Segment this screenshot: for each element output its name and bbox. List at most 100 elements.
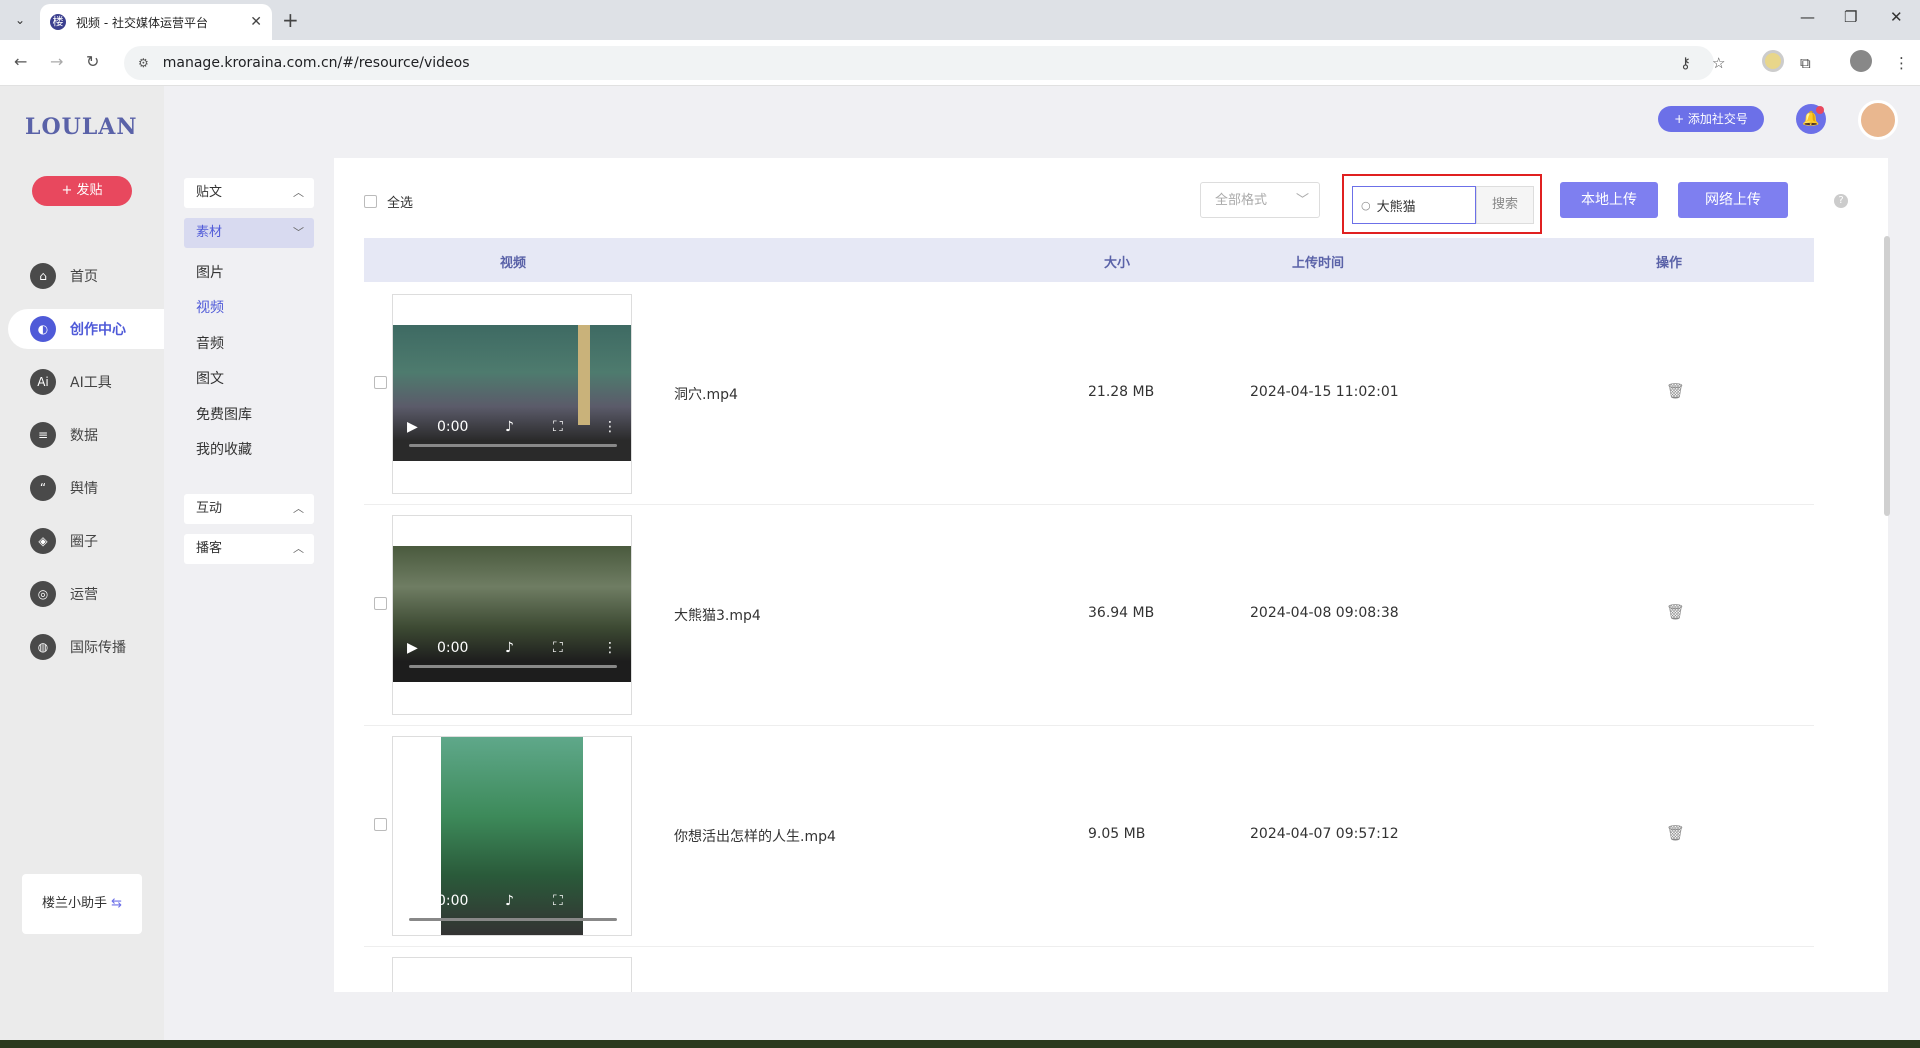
forward-icon[interactable]: → [50, 52, 63, 71]
format-select-value: 全部格式 [1215, 193, 1268, 208]
browser-menu-icon[interactable]: ⋮ [1894, 54, 1909, 72]
subnav-item-images[interactable]: 图片 [196, 262, 224, 282]
nav-item-international[interactable]: ◍ 国际传播 [8, 627, 164, 667]
quote-icon: “ [30, 475, 56, 501]
video-progress-bar[interactable] [409, 444, 617, 447]
site-info-icon[interactable]: ⚙ [138, 56, 149, 70]
play-icon[interactable]: ▶ [407, 893, 418, 909]
subnav-group-posts[interactable]: 贴文 ︿ [184, 178, 314, 208]
app-root: LOULAN + 发贴 ⌂ 首页 ◐ 创作中心 Ai AI工具 ≡ 数据 “ 舆情 ◈ 圈子… [0, 86, 1920, 1040]
tree-trunk-shape [578, 325, 590, 425]
subnav-group-materials[interactable]: 素材 ﹀ [184, 218, 314, 248]
home-icon: ⌂ [30, 263, 56, 289]
bell-icon[interactable]: 🔔 [1796, 104, 1826, 134]
search-button[interactable]: 搜索 [1476, 186, 1534, 224]
table-header: 视频 大小 上传时间 操作 [364, 238, 1814, 282]
browser-tab[interactable]: 楼 视频 - 社交媒体运营平台 ✕ [40, 4, 272, 40]
extensions-puzzle-icon[interactable]: ⧉ [1800, 54, 1811, 72]
new-tab-icon[interactable]: + [282, 8, 299, 32]
header-actions: 操作 [1656, 256, 1683, 271]
volume-icon[interactable]: ♪ [505, 893, 514, 909]
format-select[interactable]: 全部格式 ﹀ [1200, 182, 1320, 218]
nav-item-home[interactable]: ⌂ 首页 [8, 256, 164, 296]
table-row: ▶ 0:00 ♪ ⛶ ⋮ 大熊猫3.mp4 36.94 MB 2024-04-0… [364, 505, 1814, 726]
header-size: 大小 [1104, 256, 1131, 271]
tab-title: 视频 - 社交媒体运营平台 [76, 15, 208, 30]
chevron-up-icon: ︿ [293, 542, 304, 555]
play-icon[interactable]: ▶ [407, 640, 418, 656]
search-input[interactable]: ○ 大熊猫 [1352, 186, 1476, 224]
more-icon[interactable]: ⋮ [603, 893, 617, 909]
nav-item-operations[interactable]: ◎ 运营 [8, 574, 164, 614]
key-icon[interactable]: ⚷ [1680, 54, 1691, 72]
tab-close-icon[interactable]: ✕ [250, 14, 262, 30]
play-icon[interactable]: ▶ [407, 419, 418, 435]
back-icon[interactable]: ← [14, 52, 27, 71]
nav-item-circles[interactable]: ◈ 圈子 [8, 521, 164, 561]
nav-item-ai[interactable]: Ai AI工具 [8, 362, 164, 402]
more-icon[interactable]: ⋮ [603, 419, 617, 435]
compass-icon: ◈ [30, 528, 56, 554]
video-progress-bar[interactable] [409, 665, 617, 668]
minimize-icon[interactable]: — [1800, 8, 1815, 26]
row-checkbox[interactable] [374, 597, 387, 610]
nav-item-label: 创作中心 [70, 322, 126, 338]
nav-item-label: 数据 [70, 428, 98, 444]
delete-icon[interactable]: 🗑 [1666, 603, 1685, 621]
subnav-item-graphics[interactable]: 图文 [196, 368, 224, 388]
subnav-item-favorites[interactable]: 我的收藏 [196, 439, 252, 459]
upload-time: 2024-04-07 09:57:12 [1250, 826, 1399, 842]
tab-search-icon[interactable]: ⌄ [8, 8, 32, 32]
nav-item-data[interactable]: ≡ 数据 [8, 415, 164, 455]
subnav-item-audio[interactable]: 音频 [196, 333, 224, 353]
add-social-account-button[interactable]: + 添加社交号 [1658, 106, 1764, 132]
more-icon[interactable]: ⋮ [603, 640, 617, 656]
scrollbar[interactable] [1884, 236, 1890, 516]
video-player[interactable]: ▶ 0:00 ♪ ⛶ ⋮ [393, 737, 631, 935]
subnav-item-free-gallery[interactable]: 免费图库 [196, 404, 252, 424]
fullscreen-icon[interactable]: ⛶ [553, 640, 563, 656]
avatar[interactable] [1858, 100, 1898, 140]
content-panel: 全选 全部格式 ﹀ ○ 大熊猫 搜索 本地上传 网络上传 ? 视频 大小 上传时间 … [334, 158, 1888, 992]
fullscreen-icon[interactable]: ⛶ [553, 893, 563, 909]
video-player[interactable]: ▶ 0:00 ♪ ⛶ ⋮ [393, 325, 631, 461]
palette-icon: ◐ [30, 316, 56, 342]
fullscreen-icon[interactable]: ⛶ [553, 419, 563, 435]
subnav-group-podcast[interactable]: 播客 ︿ [184, 534, 314, 564]
bookmark-star-icon[interactable]: ☆ [1712, 54, 1725, 72]
subnav-item-videos[interactable]: 视频 [196, 297, 224, 317]
logo: LOULAN [25, 114, 138, 140]
extension-icon[interactable] [1762, 50, 1784, 72]
restore-icon[interactable]: ❐ [1844, 8, 1857, 26]
profile-icon[interactable] [1850, 50, 1872, 72]
help-icon[interactable]: ? [1834, 194, 1848, 208]
row-checkbox[interactable] [374, 818, 387, 831]
delete-icon[interactable]: 🗑 [1666, 382, 1685, 400]
row-checkbox[interactable] [374, 376, 387, 389]
volume-icon[interactable]: ♪ [505, 419, 514, 435]
volume-icon[interactable]: ♪ [505, 640, 514, 656]
reload-icon[interactable]: ↻ [86, 52, 99, 71]
local-upload-button[interactable]: 本地上传 [1560, 182, 1658, 218]
toolbar: 全选 全部格式 ﹀ ○ 大熊猫 搜索 本地上传 网络上传 ? [364, 174, 1864, 234]
window-close-icon[interactable]: ✕ [1890, 8, 1903, 26]
subnav-group-interaction[interactable]: 互动 ︿ [184, 494, 314, 524]
search-input-value: 大熊猫 [1376, 199, 1416, 215]
chevron-down-icon: ﹀ [1295, 193, 1309, 208]
assistant-button[interactable]: 楼兰小助手 ⇆ [22, 874, 142, 934]
post-button[interactable]: + 发贴 [32, 176, 132, 206]
subnav-group-label: 素材 [196, 225, 223, 240]
video-player[interactable]: ▶ 0:00 ♪ ⛶ ⋮ [393, 546, 631, 682]
nav-item-sentiment[interactable]: “ 舆情 [8, 468, 164, 508]
web-upload-button[interactable]: 网络上传 [1678, 182, 1788, 218]
video-time: 0:00 [437, 419, 469, 435]
select-all-checkbox[interactable]: 全选 [364, 192, 413, 211]
nav-item-creation[interactable]: ◐ 创作中心 [8, 309, 164, 349]
video-progress-bar[interactable] [409, 918, 617, 921]
file-name: 洞穴.mp4 [674, 387, 738, 403]
delete-icon[interactable]: 🗑 [1666, 824, 1685, 842]
search-icon: ○ [1361, 198, 1371, 212]
select-all-label: 全选 [387, 196, 414, 211]
address-bar[interactable]: ⚙ manage.kroraina.com.cn/#/resource/vide… [124, 46, 1714, 80]
nav-item-label: 运营 [70, 587, 98, 603]
